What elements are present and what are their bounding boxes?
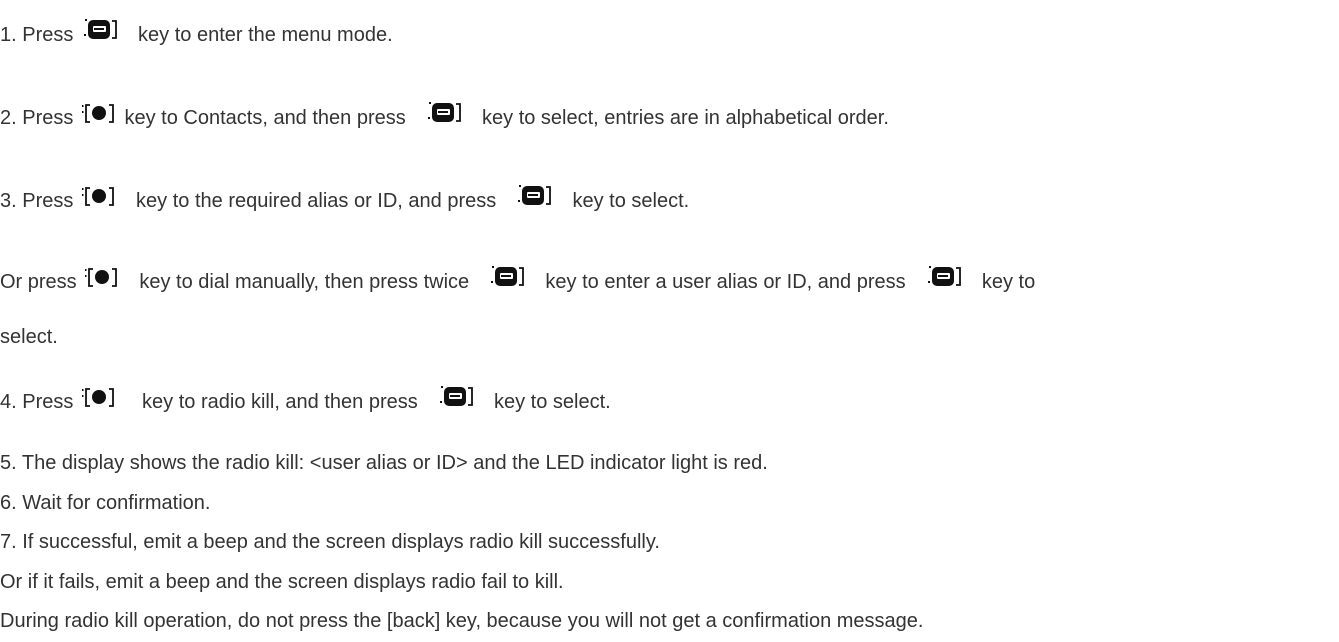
step-3-text-b: key to the required alias or ID, and pre… [136, 190, 497, 212]
menu-key-icon [923, 265, 965, 295]
warning-note: During radio kill operation, do not pres… [0, 610, 924, 632]
step-7-alternate: Or if it fails, emit a beep and the scre… [0, 571, 564, 593]
menu-key-icon [513, 184, 555, 214]
step-3-alt-text-d: key to [981, 271, 1036, 293]
step-3-text-c: key to select. [572, 190, 690, 212]
step-1-text-b: key to enter the menu mode. [138, 24, 393, 46]
menu-key-icon [423, 101, 465, 131]
step-5: 5. The display shows the radio kill: <us… [0, 452, 768, 474]
step-2: 2. Press key to Contacts, and then press… [0, 101, 889, 131]
step-1: 1. Press key to enter the menu mode. [0, 18, 393, 48]
nav-key-icon [79, 184, 119, 214]
step-4-text-a: 4. Press [0, 391, 74, 413]
menu-key-icon [486, 265, 528, 295]
step-4-text-b: key to radio kill, and then press [142, 391, 418, 413]
step-3: 3. Press key to the required alias or ID… [0, 184, 690, 214]
step-2-text-b: key to Contacts, and then press [124, 107, 406, 129]
step-3-alt-text-c: key to enter a user alias or ID, and pre… [545, 271, 906, 293]
nav-key-icon [79, 385, 119, 415]
step-3-alt-text-a: Or press [0, 271, 77, 293]
step-3-alternate-cont: select. [0, 325, 58, 349]
step-2-text-c: key to select, entries are in alphabetic… [482, 107, 889, 129]
step-7: 7. If successful, emit a beep and the sc… [0, 531, 660, 553]
step-3-alt-text-e: select. [0, 326, 58, 348]
step-2-text-a: 2. Press [0, 107, 74, 129]
menu-key-icon [435, 385, 477, 415]
step-6: 6. Wait for confirmation. [0, 492, 211, 514]
step-3-alt-text-b: key to dial manually, then press twice [139, 271, 470, 293]
nav-key-icon [82, 265, 122, 295]
step-1-text-a: 1. Press [0, 24, 74, 46]
step-4-text-c: key to select. [494, 391, 611, 413]
step-3-alternate: Or press key to dial manually, then pres… [0, 265, 1036, 295]
menu-key-icon [79, 18, 121, 48]
step-4: 4. Press key to radio kill, and then pre… [0, 385, 611, 415]
nav-key-icon [79, 101, 119, 131]
step-3-text-a: 3. Press [0, 190, 74, 212]
